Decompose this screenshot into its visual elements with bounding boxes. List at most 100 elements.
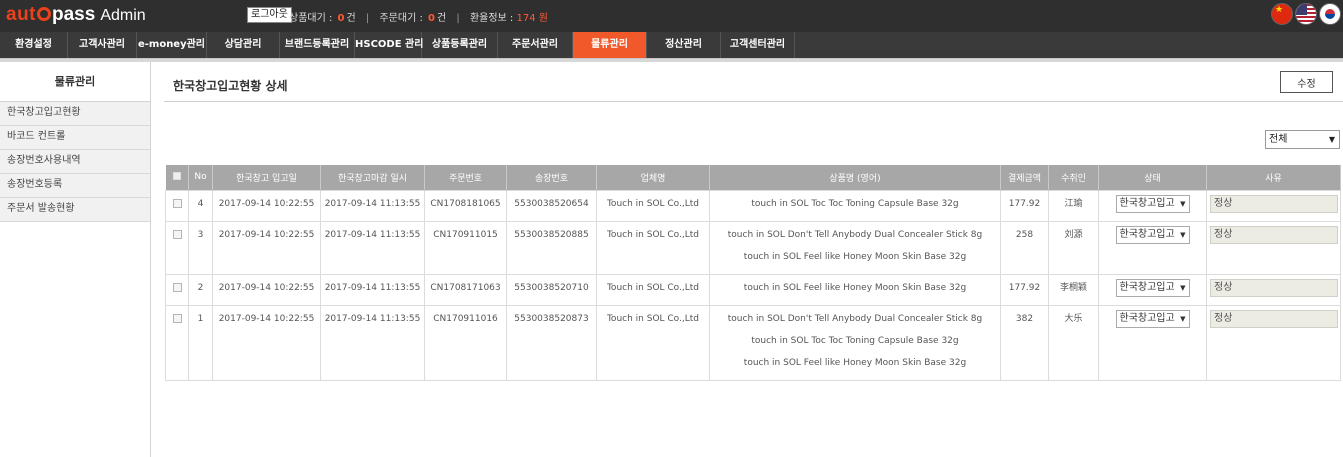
row-checkbox[interactable] xyxy=(172,313,182,323)
warehouse-in-date: 2017-09-14 10:22:55 xyxy=(212,220,321,275)
status-select[interactable]: 한국창고입고 ▼ xyxy=(1115,278,1190,297)
logo-auto-text: aut xyxy=(6,4,36,25)
caret-down-icon: ▼ xyxy=(1178,310,1186,327)
status-select[interactable]: 한국창고입고 ▼ xyxy=(1115,225,1190,244)
reason-cell: 정상 xyxy=(1206,220,1341,275)
column-header: 수취인 xyxy=(1048,165,1099,190)
company-name: Touch in SOL Co.,Ltd xyxy=(596,304,710,381)
nav-item[interactable]: 브랜드등록관리 xyxy=(280,32,355,58)
company-name: Touch in SOL Co.,Ltd xyxy=(596,273,710,306)
pending-products-count: 0 xyxy=(337,13,345,24)
logout-button[interactable]: 로그아웃 xyxy=(247,7,292,23)
status-select[interactable]: 한국창고입고 ▼ xyxy=(1115,309,1190,328)
pending-products-unit: 건 xyxy=(346,13,356,24)
column-header: 업체명 xyxy=(596,165,710,190)
nav-item[interactable]: 정산관리 xyxy=(647,32,721,58)
sidebar-item[interactable]: 송장번호사용내역 xyxy=(0,150,150,174)
status-separator: | xyxy=(456,13,460,24)
column-header: 한국창고 입고일 xyxy=(212,165,321,190)
invoice-number: 5530038520873 xyxy=(506,304,597,381)
sidebar-item[interactable]: 주문서 발송현황 xyxy=(0,198,150,222)
status-value: 한국창고입고 xyxy=(1119,197,1175,209)
payment-amount: 177.92 xyxy=(1000,273,1049,306)
logo-admin-text: Admin xyxy=(100,7,146,24)
row-select-cell xyxy=(165,220,189,275)
column-header: No xyxy=(188,165,213,190)
row-number: 3 xyxy=(188,220,213,275)
table-header-row: No 한국창고 입고일 한국창고마감 일시 주문번호 송장번호 업체명 상품명 (영어) 결제… xyxy=(165,165,1341,190)
recipient-name: 大乐 xyxy=(1048,304,1099,381)
nav-item[interactable]: 환경설정 xyxy=(0,32,68,58)
sidebar: 물류관리 한국창고입고현황 바코드 컨트롤 송장번호사용내역 송장번호등록 주문서 발송… xyxy=(0,62,151,457)
product-names-cell: touch in SOL Don't Tell Anybody Dual Con… xyxy=(709,304,1001,381)
nav-item[interactable]: HSCODE 관리 xyxy=(355,32,423,58)
row-checkbox[interactable] xyxy=(172,198,182,208)
china-flag-icon[interactable] xyxy=(1271,3,1293,25)
edit-button[interactable]: 수정 xyxy=(1280,71,1333,93)
recipient-name: 李桐颖 xyxy=(1048,273,1099,306)
reason-field[interactable]: 정상 xyxy=(1210,278,1338,297)
recipient-name: 江瑜 xyxy=(1048,189,1099,222)
status-cell: 한국창고입고 ▼ xyxy=(1098,220,1207,275)
column-header: 상품명 (영어) xyxy=(709,165,1001,190)
nav-item[interactable]: 물류관리 xyxy=(573,32,647,58)
status-select[interactable]: 한국창고입고 ▼ xyxy=(1115,194,1190,213)
reason-field[interactable]: 정상 xyxy=(1210,194,1338,213)
company-name: Touch in SOL Co.,Ltd xyxy=(596,220,710,275)
status-filter-select[interactable]: 전체 ▼ xyxy=(1265,130,1340,149)
invoice-number: 5530038520654 xyxy=(506,189,597,222)
column-header: 주문번호 xyxy=(424,165,507,190)
product-names-cell: touch in SOL Toc Toc Toning Capsule Base… xyxy=(709,189,1001,222)
pending-products-label: 상품대기 : xyxy=(289,13,333,24)
status-value: 한국창고입고 xyxy=(1119,281,1175,293)
exchange-rate-label: 환율정보 : xyxy=(469,13,514,24)
company-name: Touch in SOL Co.,Ltd xyxy=(596,189,710,222)
nav-item[interactable]: 고객센터관리 xyxy=(721,32,795,58)
warehouse-in-date: 2017-09-14 10:22:55 xyxy=(212,189,321,222)
row-number: 1 xyxy=(188,304,213,381)
reason-cell: 정상 xyxy=(1206,273,1341,306)
nav-item[interactable]: 상담관리 xyxy=(207,32,280,58)
payment-amount: 382 xyxy=(1000,304,1049,381)
pending-orders-unit: 건 xyxy=(436,13,447,24)
table-row[interactable]: 2 2017-09-14 10:22:55 2017-09-14 11:13:55 C… xyxy=(165,273,1341,306)
column-header: 송장번호 xyxy=(506,165,597,190)
product-name: touch in SOL Toc Toc Toning Capsule Base… xyxy=(751,198,959,209)
reason-field[interactable]: 정상 xyxy=(1210,225,1338,244)
column-header: 한국창고마감 일시 xyxy=(320,165,425,190)
order-number: CN170911015 xyxy=(424,220,507,275)
warehouse-close-date: 2017-09-14 11:13:55 xyxy=(320,273,425,306)
select-all-header[interactable] xyxy=(165,165,189,190)
payment-amount: 258 xyxy=(1000,220,1049,275)
select-all-checkbox[interactable] xyxy=(172,171,181,180)
product-name: touch in SOL Don't Tell Anybody Dual Con… xyxy=(727,313,983,324)
reason-cell: 정상 xyxy=(1206,189,1341,222)
row-checkbox[interactable] xyxy=(172,282,182,292)
table-row[interactable]: 3 2017-09-14 10:22:55 2017-09-14 11:13:55 C… xyxy=(165,220,1341,275)
table-row[interactable]: 1 2017-09-14 10:22:55 2017-09-14 11:13:55 C… xyxy=(165,304,1341,381)
sidebar-item[interactable]: 바코드 컨트롤 xyxy=(0,126,150,150)
nav-item[interactable]: e-money관리 xyxy=(137,32,207,58)
reason-field[interactable]: 정상 xyxy=(1210,309,1338,328)
sidebar-item[interactable]: 한국창고입고현황 xyxy=(0,102,150,126)
column-header: 결제금액 xyxy=(1000,165,1049,190)
product-name: touch in SOL Toc Toc Toning Capsule Base… xyxy=(751,335,959,346)
nav-item[interactable]: 고객사관리 xyxy=(68,32,137,58)
nav-item[interactable]: 상품등록관리 xyxy=(422,32,498,58)
row-checkbox[interactable] xyxy=(172,229,182,239)
title-divider xyxy=(164,101,1343,102)
status-value: 한국창고입고 xyxy=(1119,312,1175,324)
korea-flag-icon[interactable] xyxy=(1319,3,1341,25)
header-status: 상품대기 : 0건 | 주문대기 : 0건 | 환율정보 : 174 원 xyxy=(289,9,548,24)
row-select-cell xyxy=(165,273,189,306)
row-number: 4 xyxy=(188,189,213,222)
logo-pass-text: pass xyxy=(52,4,96,25)
status-value: 한국창고입고 xyxy=(1119,228,1175,240)
pending-orders-count: 0 xyxy=(428,13,435,24)
sidebar-item[interactable]: 송장번호등록 xyxy=(0,174,150,198)
nav-item[interactable]: 주문서관리 xyxy=(498,32,573,58)
page-title: 한국창고입고현황 상세 xyxy=(173,79,288,93)
usa-flag-icon[interactable] xyxy=(1295,3,1317,25)
table-row[interactable]: 4 2017-09-14 10:22:55 2017-09-14 11:13:55 C… xyxy=(165,189,1341,222)
autopass-logo[interactable]: aut pass Admin xyxy=(6,4,146,26)
